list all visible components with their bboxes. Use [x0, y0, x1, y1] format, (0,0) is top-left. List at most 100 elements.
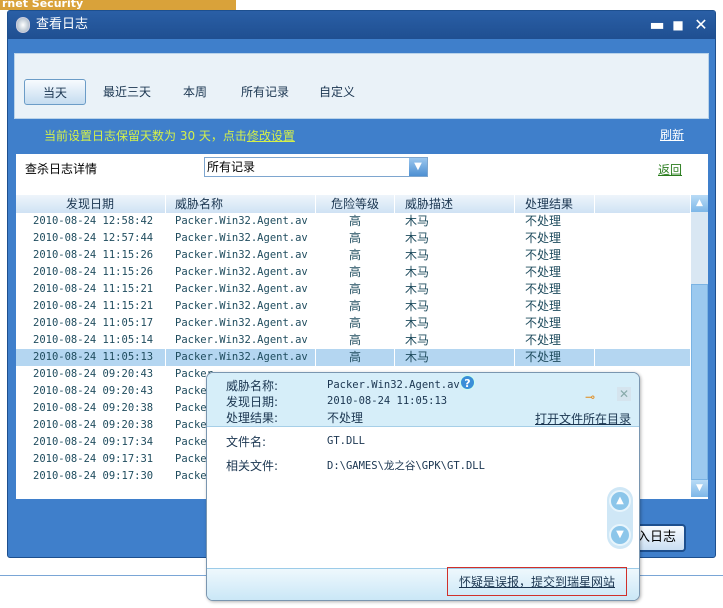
- cell-risk-level: 高: [316, 298, 395, 315]
- cell-date: 2010-08-24 09:17:30: [16, 468, 166, 485]
- table-row[interactable]: 2010-08-24 11:15:21 Packer.Win32.Agent.av…: [16, 298, 691, 315]
- popup-scroll-control: ▲ ▼: [607, 487, 633, 549]
- background-app-title: rnet Security: [0, 0, 236, 10]
- cell-date: 2010-08-24 09:20:38: [16, 417, 166, 434]
- cell-blank: [595, 247, 691, 264]
- table-header: 发现日期 威胁名称 危险等级 威胁描述 处理结果: [16, 195, 691, 213]
- related-file-label: 相关文件:: [226, 459, 279, 473]
- table-row[interactable]: 2010-08-24 11:15:26 Packer.Win32.Agent.av…: [16, 264, 691, 281]
- cell-threat-name: Packer.Win32.Agent.av: [166, 349, 316, 366]
- related-file-value: D:\GAMES\龙之谷\GPK\GT.DLL: [327, 460, 485, 472]
- cell-date: 2010-08-24 12:58:42: [16, 213, 166, 230]
- threat-detail-popup: 威胁名称: Packer.Win32.Agent.av ? 发现日期: 2010…: [206, 372, 640, 601]
- scroll-down-icon[interactable]: ▼: [609, 524, 631, 546]
- column-header-threat-name[interactable]: 威胁名称: [166, 195, 316, 213]
- cell-date: 2010-08-24 09:20:43: [16, 383, 166, 400]
- cell-description: 木马: [395, 315, 515, 332]
- minimize-button[interactable]: ▬: [648, 15, 666, 35]
- cell-date: 2010-08-24 11:05:13: [16, 349, 166, 366]
- tab-last-three-days[interactable]: 最近三天: [97, 79, 157, 105]
- scroll-up-icon[interactable]: ▲: [691, 195, 708, 212]
- cell-description: 木马: [395, 247, 515, 264]
- date-label: 发现日期:: [226, 395, 279, 409]
- cell-result: 不处理: [515, 332, 595, 349]
- cell-threat-name: Packer.Win32.Agent.av: [166, 281, 316, 298]
- record-filter-select[interactable]: 所有记录 ▼: [204, 157, 428, 177]
- shield-icon: [16, 17, 30, 33]
- cell-blank: [595, 298, 691, 315]
- cell-blank: [595, 230, 691, 247]
- cell-date: 2010-08-24 12:57:44: [16, 230, 166, 247]
- cell-result: 不处理: [515, 281, 595, 298]
- tab-custom[interactable]: 自定义: [315, 79, 359, 105]
- cell-threat-name: Packer.Win32.Agent.av: [166, 298, 316, 315]
- table-row[interactable]: 2010-08-24 12:58:42 Packer.Win32.Agent.av…: [16, 213, 691, 230]
- cell-date: 2010-08-24 09:20:38: [16, 400, 166, 417]
- date-value: 2010-08-24 11:05:13: [327, 395, 448, 407]
- maximize-button[interactable]: ■: [669, 15, 687, 35]
- open-file-location-link[interactable]: 打开文件所在目录: [535, 410, 631, 427]
- table-row[interactable]: 2010-08-24 11:05:14 Packer.Win32.Agent.av…: [16, 332, 691, 349]
- help-icon[interactable]: ?: [460, 375, 475, 390]
- popup-footer: 怀疑是误报，提交到瑞星网站: [207, 567, 639, 600]
- table-scrollbar[interactable]: ▲ ▼: [691, 195, 708, 497]
- cell-risk-level: 高: [316, 264, 395, 281]
- cell-risk-level: 高: [316, 247, 395, 264]
- refresh-link[interactable]: 刷新: [660, 126, 684, 143]
- cell-risk-level: 高: [316, 213, 395, 230]
- cell-date: 2010-08-24 11:15:26: [16, 264, 166, 281]
- cell-date: 2010-08-24 09:17:31: [16, 451, 166, 468]
- table-row[interactable]: 2010-08-24 12:57:44 Packer.Win32.Agent.av…: [16, 230, 691, 247]
- tab-this-week[interactable]: 本周: [175, 79, 215, 105]
- result-value: 不处理: [327, 411, 364, 425]
- column-header-risk-level[interactable]: 危险等级: [316, 195, 395, 213]
- filter-value: 所有记录: [207, 160, 256, 174]
- table-row[interactable]: 2010-08-24 11:05:17 Packer.Win32.Agent.av…: [16, 315, 691, 332]
- back-link[interactable]: 返回: [658, 161, 682, 178]
- tab-all-records[interactable]: 所有记录: [237, 79, 293, 105]
- cell-blank: [595, 281, 691, 298]
- close-button[interactable]: ✕: [692, 15, 710, 35]
- cell-result: 不处理: [515, 264, 595, 281]
- file-name-value: GT.DLL: [327, 435, 365, 447]
- pin-icon[interactable]: ⊸: [585, 390, 595, 404]
- cell-description: 木马: [395, 281, 515, 298]
- column-header-result[interactable]: 处理结果: [515, 195, 595, 213]
- title-bar[interactable]: 查看日志 ▬ ■ ✕: [8, 11, 715, 39]
- tab-today[interactable]: 当天: [24, 79, 86, 105]
- cell-description: 木马: [395, 213, 515, 230]
- cell-risk-level: 高: [316, 349, 395, 366]
- scroll-up-icon[interactable]: ▲: [609, 490, 631, 512]
- cell-threat-name: Packer.Win32.Agent.av: [166, 315, 316, 332]
- panel-title: 查杀日志详情: [25, 162, 98, 176]
- report-false-positive-link[interactable]: 怀疑是误报，提交到瑞星网站: [447, 567, 627, 596]
- table-row[interactable]: 2010-08-24 11:15:21 Packer.Win32.Agent.av…: [16, 281, 691, 298]
- cell-threat-name: Packer.Win32.Agent.av: [166, 264, 316, 281]
- cell-blank: [595, 315, 691, 332]
- file-name-label: 文件名:: [226, 435, 267, 449]
- cell-threat-name: Packer.Win32.Agent.av: [166, 213, 316, 230]
- cell-risk-level: 高: [316, 315, 395, 332]
- table-row[interactable]: 2010-08-24 11:05:13 Packer.Win32.Agent.av…: [16, 349, 691, 366]
- scroll-down-icon[interactable]: ▼: [691, 480, 708, 497]
- cell-date: 2010-08-24 11:05:17: [16, 315, 166, 332]
- column-header-blank: [595, 195, 691, 213]
- column-header-description[interactable]: 威胁描述: [395, 195, 515, 213]
- cell-description: 木马: [395, 349, 515, 366]
- cell-risk-level: 高: [316, 281, 395, 298]
- cell-blank: [595, 349, 691, 366]
- cell-date: 2010-08-24 11:15:21: [16, 281, 166, 298]
- table-row[interactable]: 2010-08-24 11:15:26 Packer.Win32.Agent.av…: [16, 247, 691, 264]
- cell-result: 不处理: [515, 230, 595, 247]
- scrollbar-thumb[interactable]: [691, 284, 708, 480]
- cell-description: 木马: [395, 332, 515, 349]
- close-icon[interactable]: ✕: [617, 387, 631, 401]
- column-header-date[interactable]: 发现日期: [16, 195, 166, 213]
- cell-result: 不处理: [515, 213, 595, 230]
- threat-name-label: 威胁名称:: [226, 379, 279, 393]
- chevron-down-icon[interactable]: ▼: [409, 158, 427, 176]
- cell-date: 2010-08-24 09:17:34: [16, 434, 166, 451]
- popup-header: 威胁名称: Packer.Win32.Agent.av ? 发现日期: 2010…: [207, 373, 639, 427]
- modify-settings-link[interactable]: 修改设置: [247, 129, 295, 143]
- cell-risk-level: 高: [316, 332, 395, 349]
